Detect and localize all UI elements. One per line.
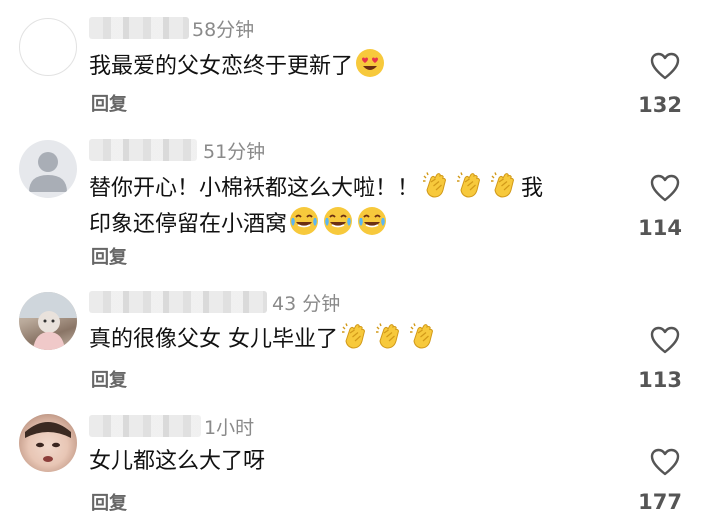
clapping-hands-emoji	[455, 170, 485, 200]
clapping-hands-emoji	[489, 170, 519, 200]
comment-time: 1小时	[204, 417, 255, 439]
heart-eyes-emoji	[355, 48, 385, 78]
avatar[interactable]	[19, 140, 77, 198]
default-user-icon	[29, 152, 67, 192]
clapping-hands-emoji	[340, 321, 370, 351]
like-count: 113	[638, 368, 682, 392]
avatar[interactable]	[19, 414, 77, 472]
blurred-username	[89, 291, 267, 313]
comment-text: 替你开心！小棉袄都这么大啦！！ 我 印象还停留在小酒窝	[89, 170, 543, 242]
photo-avatar-image	[25, 422, 71, 462]
clapping-hands-emoji	[421, 170, 451, 200]
comment-text: 真的很像父女 女儿毕业了	[89, 321, 440, 357]
heart-outline-icon[interactable]	[650, 52, 680, 80]
clapping-hands-emoji	[374, 321, 404, 351]
photo-avatar-image	[19, 292, 77, 350]
reply-button[interactable]: 回复	[91, 90, 127, 116]
like-count: 114	[638, 216, 682, 240]
avatar[interactable]	[19, 292, 77, 350]
clapping-hands-emoji	[408, 321, 438, 351]
comment-text-line: 印象还停留在小酒窝	[89, 212, 288, 237]
comment-list: 58分钟 我最爱的父女恋终于更新了 回复 132 51分钟 替你开心！小棉袄都这…	[0, 0, 708, 524]
comment-text: 我最爱的父女恋终于更新了	[89, 48, 387, 84]
blurred-username	[89, 139, 197, 161]
tears-of-joy-emoji	[323, 206, 353, 236]
comment-text: 女儿都这么大了呀	[89, 444, 265, 479]
heart-outline-icon[interactable]	[650, 448, 680, 476]
comment-text-line: 替你开心！小棉袄都这么大啦！！	[89, 176, 420, 201]
heart-outline-icon[interactable]	[650, 326, 680, 354]
comment-text-line: 我	[521, 176, 544, 201]
avatar[interactable]	[19, 18, 77, 76]
like-count: 132	[638, 93, 682, 117]
comment-text-body: 我最爱的父女恋终于更新了	[89, 54, 354, 79]
heart-outline-icon[interactable]	[650, 174, 680, 202]
reply-button[interactable]: 回复	[91, 489, 127, 515]
like-count: 177	[638, 490, 682, 514]
blurred-username	[89, 415, 201, 437]
tears-of-joy-emoji	[357, 206, 387, 236]
comment-text-body: 女儿都这么大了呀	[89, 449, 266, 474]
reply-button[interactable]: 回复	[91, 243, 127, 269]
comment-text-body: 真的很像父女 女儿毕业了	[89, 327, 338, 352]
comment-time: 58分钟	[192, 19, 255, 41]
blurred-username	[89, 17, 189, 39]
comment-time: 51分钟	[203, 141, 266, 163]
comment-time: 43 分钟	[272, 293, 341, 315]
tears-of-joy-emoji	[289, 206, 319, 236]
reply-button[interactable]: 回复	[91, 366, 127, 392]
